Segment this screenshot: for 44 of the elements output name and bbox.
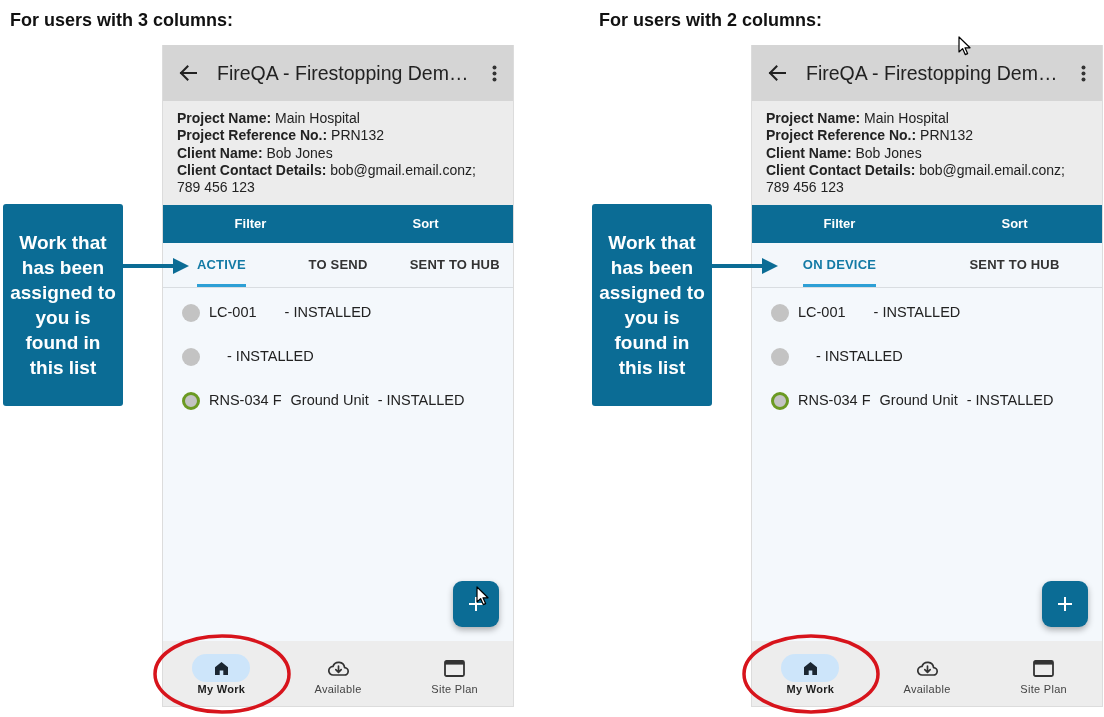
section-heading: For users with 3 columns: <box>10 10 234 30</box>
cloud-download-icon <box>916 660 938 676</box>
back-arrow-icon[interactable] <box>179 65 197 81</box>
nav-tab[interactable]: Available <box>279 641 397 706</box>
annotation-callout: Work that has been assigned to you is found in this list <box>3 204 123 406</box>
work-item[interactable]: RNS-034 F Ground Unit - INSTALLED <box>752 379 1102 423</box>
window-icon <box>1033 659 1055 677</box>
info-line: Client Name: Bob Jones <box>766 144 923 162</box>
plus-icon <box>1058 597 1072 611</box>
info-line: Client Contact Details: bob@gmail.email.conz; 789 456 123 <box>177 161 477 197</box>
info-line: Client Contact Details: bob@gmail.email.conz; 789 456 123 <box>766 161 1066 197</box>
nav-tab[interactable]: My Work <box>163 641 280 706</box>
pointer-arrow <box>123 258 189 274</box>
screen-title: FireQA - Firestopping Dem… <box>217 61 470 85</box>
add-button[interactable] <box>453 581 499 627</box>
work-item[interactable]: LC-001 - INSTALLED <box>752 291 1102 335</box>
back-arrow-icon[interactable] <box>768 65 786 81</box>
cloud-download-icon <box>327 660 349 676</box>
section-heading: For users with 2 columns: <box>599 10 823 30</box>
nav-tab[interactable]: Site Plan <box>985 641 1102 706</box>
nav-tab[interactable]: Available <box>868 641 986 706</box>
info-line: Client Name: Bob Jones <box>177 144 334 162</box>
tab[interactable]: TO SEND <box>279 243 397 287</box>
screen-title: FireQA - Firestopping Dem… <box>806 61 1059 85</box>
tab[interactable]: SENT TO HUB <box>927 243 1102 287</box>
annotation-callout: Work that has been assigned to you is found in this list <box>592 204 712 406</box>
home-icon <box>214 661 228 675</box>
more-menu-icon[interactable] <box>1081 64 1086 82</box>
info-line: Project Name: Main Hospital <box>177 110 361 128</box>
tab[interactable]: SENT TO HUB <box>396 243 513 287</box>
plus-icon <box>469 597 483 611</box>
nav-tab[interactable]: My Work <box>752 641 869 706</box>
info-line: Project Reference No.: PRN132 <box>766 127 974 145</box>
work-item[interactable]: - INSTALLED <box>163 335 513 379</box>
info-line: Project Reference No.: PRN132 <box>177 127 385 145</box>
work-item[interactable]: RNS-034 F Ground Unit - INSTALLED <box>163 379 513 423</box>
work-item[interactable]: LC-001 - INSTALLED <box>163 291 513 335</box>
pointer-arrow <box>712 258 778 274</box>
home-icon <box>803 661 817 675</box>
work-item[interactable]: - INSTALLED <box>752 335 1102 379</box>
nav-tab[interactable]: Site Plan <box>396 641 513 706</box>
window-icon <box>444 659 466 677</box>
more-menu-icon[interactable] <box>492 64 497 82</box>
info-line: Project Name: Main Hospital <box>766 110 950 128</box>
